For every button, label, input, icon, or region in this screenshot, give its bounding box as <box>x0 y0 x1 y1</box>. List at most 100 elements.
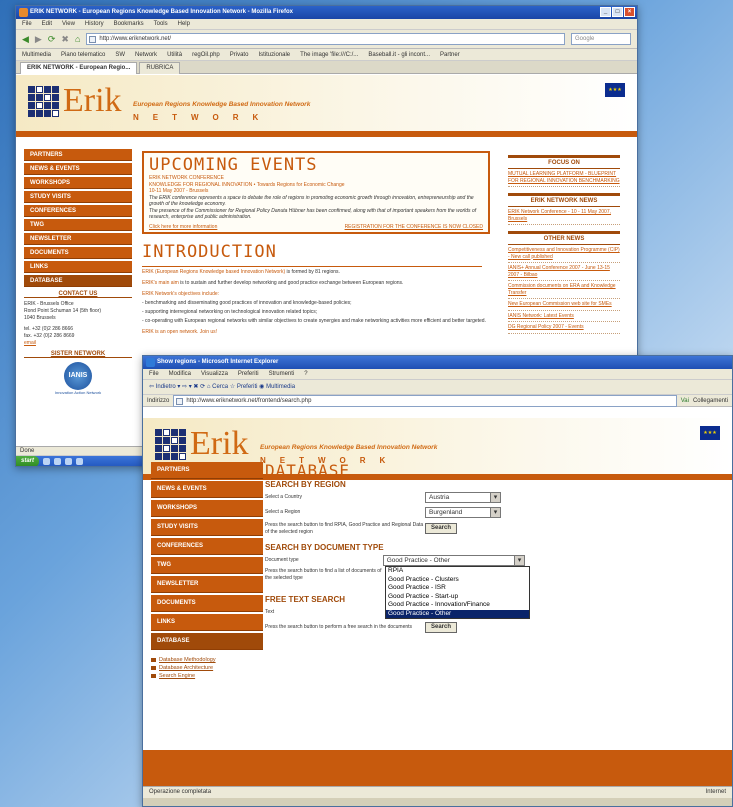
other-news-link[interactable]: IANIS+ Annual Conference 2007 - June 13-… <box>508 263 620 281</box>
nav-twg[interactable]: TWG <box>151 557 263 574</box>
forward-arrow-icon[interactable]: ▶ <box>35 34 42 45</box>
bookmark[interactable]: Istituzionale <box>258 49 290 60</box>
sublink-methodology[interactable]: Database Methodology <box>151 656 263 664</box>
ie-address-input[interactable]: http://www.eriknetwork.net/frontend/sear… <box>173 394 677 407</box>
nav-partners[interactable]: PARTNERS <box>151 462 263 479</box>
nav-documents[interactable]: DOCUMENTS <box>24 247 132 259</box>
doc-option[interactable]: Good Practice - ISR <box>386 584 529 593</box>
bookmark[interactable]: The image 'file:///C:/... <box>300 49 358 60</box>
doc-type-select[interactable]: Good Practice - Other <box>382 555 525 566</box>
bookmark[interactable]: Privato <box>230 49 249 60</box>
back-arrow-icon[interactable]: ◀ <box>22 34 29 45</box>
region-select[interactable]: Burgenland <box>425 507 501 518</box>
erik-logo[interactable]: Erik <box>28 84 122 118</box>
menu-history[interactable]: History <box>85 19 104 29</box>
other-news-link[interactable]: New European Commission web site for SME… <box>508 299 620 311</box>
go-button[interactable]: Vai <box>681 398 689 404</box>
bookmark[interactable]: Network <box>135 49 157 60</box>
focus-link[interactable]: MUTUAL LEARNING PLATFORM - BLUEPRINT FOR… <box>508 169 620 187</box>
nav-newsletter[interactable]: NEWSLETTER <box>24 233 132 245</box>
nav-study-visits[interactable]: STUDY VISITS <box>24 191 132 203</box>
quicklaunch-icon[interactable] <box>54 458 62 465</box>
ie-titlebar[interactable]: Show regions - Microsoft Internet Explor… <box>143 356 732 369</box>
nav-documents[interactable]: DOCUMENTS <box>151 595 263 612</box>
doc-option[interactable]: Good Practice - Innovation/Finance <box>386 601 529 610</box>
menu-view[interactable]: View <box>62 19 75 29</box>
nav-workshops[interactable]: WORKSHOPS <box>24 177 132 189</box>
nav-partners[interactable]: PARTNERS <box>24 149 132 161</box>
menu-visualizza[interactable]: Visualizza <box>201 369 228 379</box>
erik-news-link[interactable]: ERIK Network Conference - 10 - 11 May 20… <box>508 207 620 225</box>
menu-help[interactable]: Help <box>178 19 190 29</box>
other-news-link[interactable]: Commission documents on ERA and Knowledg… <box>508 281 620 299</box>
free-search-button[interactable]: Search <box>425 622 458 633</box>
bookmark[interactable]: regOil.php <box>192 49 220 60</box>
contact-title[interactable]: CONTACT US <box>24 291 132 298</box>
tab-rubrica[interactable]: RUBRICA <box>139 62 181 74</box>
other-news-link[interactable]: DG Regional Policy 2007 - Events <box>508 322 620 334</box>
page-icon <box>89 36 97 43</box>
quicklaunch-icon[interactable] <box>76 458 84 465</box>
tab-erik[interactable]: ERIK NETWORK - European Regio... <box>20 62 138 74</box>
menu-strumenti[interactable]: Strumenti <box>269 369 295 379</box>
ie-toolbar[interactable]: ⇦ Indietro ▾ ⇨ ▾ ✖ ⟳ ⌂ Cerca ☆ Preferiti… <box>143 380 732 395</box>
other-news-link[interactable]: IANIS Network: Latest Events <box>508 311 620 322</box>
erik-link[interactable]: ERIK (European Regions Knowledge based I… <box>142 269 285 275</box>
nav-database[interactable]: DATABASE <box>151 633 263 650</box>
doc-option[interactable]: Good Practice - Clusters <box>386 576 529 585</box>
other-news-link[interactable]: Competitiveness and Innovation Programme… <box>508 245 620 263</box>
nav-study-visits[interactable]: STUDY VISITS <box>151 519 263 536</box>
links-label[interactable]: Collegamenti <box>693 398 728 404</box>
doc-option-selected[interactable]: Good Practice - Other <box>386 609 529 618</box>
nav-news-events[interactable]: NEWS & EVENTS <box>151 481 263 498</box>
sublink-architecture[interactable]: Database Architecture <box>151 664 263 672</box>
nav-conferences[interactable]: CONFERENCES <box>24 205 132 217</box>
region-search-button[interactable]: Search <box>425 523 458 534</box>
menu-help[interactable]: ? <box>304 369 307 379</box>
address-bar[interactable]: http://www.eriknetwork.net/ <box>86 33 565 45</box>
reload-icon[interactable]: ⟳ <box>48 34 56 45</box>
quicklaunch-icon[interactable] <box>65 458 73 465</box>
bookmark[interactable]: Multimedia <box>22 49 51 60</box>
menu-edit[interactable]: Edit <box>42 19 52 29</box>
nav-newsletter[interactable]: NEWSLETTER <box>151 576 263 593</box>
menu-modifica[interactable]: Modifica <box>169 369 191 379</box>
nav-news-events[interactable]: NEWS & EVENTS <box>24 163 132 175</box>
join-us[interactable]: ERIK is an open network. Join us! <box>142 329 492 336</box>
main-aim-link[interactable]: ERIK's main aim <box>142 280 179 286</box>
stop-icon[interactable]: ✖ <box>61 34 69 45</box>
firefox-titlebar[interactable]: ERIK NETWORK - European Regions Knowledg… <box>16 6 637 19</box>
ianis-logo[interactable]: IANIS Innovation Action Network <box>24 362 132 395</box>
doc-option[interactable]: RPIA <box>386 567 529 576</box>
menu-tools[interactable]: Tools <box>154 19 168 29</box>
nav-database[interactable]: DATABASE <box>24 275 132 287</box>
home-icon[interactable]: ⌂ <box>75 34 80 44</box>
menu-file[interactable]: File <box>22 19 32 29</box>
nav-workshops[interactable]: WORKSHOPS <box>151 500 263 517</box>
menu-preferiti[interactable]: Preferiti <box>238 369 259 379</box>
bookmark[interactable]: Utilità <box>167 49 182 60</box>
nav-conferences[interactable]: CONFERENCES <box>151 538 263 555</box>
close-icon[interactable]: × <box>624 7 635 17</box>
sublink-search-engine[interactable]: Search Engine <box>151 672 263 680</box>
quicklaunch-icon[interactable] <box>43 458 51 465</box>
more-info-link[interactable]: Click here for more information <box>149 224 217 230</box>
nav-links[interactable]: LINKS <box>151 614 263 631</box>
maximize-icon[interactable]: □ <box>612 7 623 17</box>
logo-grid-icon <box>28 85 59 117</box>
doc-option[interactable]: Good Practice - Start-up <box>386 593 529 602</box>
bookmark[interactable]: Partner <box>440 49 460 60</box>
start-button[interactable]: start <box>16 456 40 466</box>
bookmark[interactable]: Piano telematico <box>61 49 105 60</box>
nav-links[interactable]: LINKS <box>24 261 132 273</box>
menu-file[interactable]: File <box>149 369 159 379</box>
menu-bookmarks[interactable]: Bookmarks <box>114 19 144 29</box>
erik-logo[interactable]: Erik <box>155 427 249 461</box>
bookmark[interactable]: Baseball.it - gli incont... <box>368 49 430 60</box>
contact-email-link[interactable]: email <box>24 340 132 347</box>
nav-twg[interactable]: TWG <box>24 219 132 231</box>
country-select[interactable]: Austria <box>425 492 501 503</box>
google-search-input[interactable]: Google <box>571 33 631 45</box>
bookmark[interactable]: SW <box>115 49 125 60</box>
minimize-icon[interactable]: _ <box>600 7 611 17</box>
